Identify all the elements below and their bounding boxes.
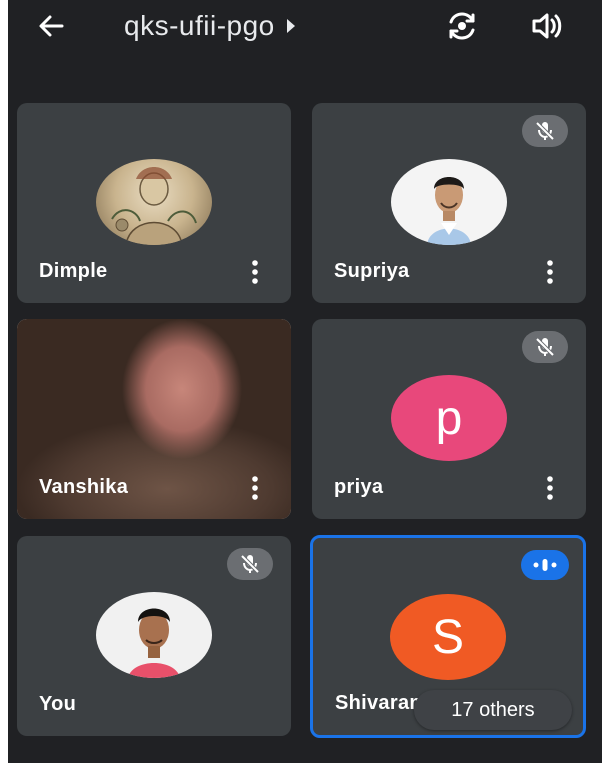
avatar: p	[391, 375, 507, 461]
participant-name: Supriya	[334, 260, 410, 282]
participant-name: priya	[334, 476, 384, 498]
avatar	[391, 159, 507, 245]
participant-tile[interactable]: Vanshika	[17, 319, 291, 519]
speaking-indicator-icon	[521, 550, 569, 580]
switch-camera-icon[interactable]	[442, 6, 482, 46]
meeting-title-button[interactable]: qks-ufii-pgo	[124, 6, 295, 46]
top-bar: qks-ufii-pgo	[8, 0, 602, 56]
avatar: S	[390, 594, 506, 680]
mic-off-icon	[522, 331, 568, 363]
participant-tile[interactable]: Supriya	[312, 103, 586, 303]
mic-off-icon	[522, 115, 568, 147]
participant-tile[interactable]: p priya	[312, 319, 586, 519]
participant-tile[interactable]: Dimple	[17, 103, 291, 303]
mic-off-icon	[227, 548, 273, 580]
participant-tile[interactable]: You	[17, 536, 291, 736]
speaker-icon[interactable]	[526, 6, 566, 46]
meet-screen: qks-ufii-pgo Dimple Supriya Vanshika p p…	[8, 0, 602, 763]
arrow-back-icon[interactable]	[32, 8, 72, 44]
more-options-icon[interactable]	[247, 475, 263, 501]
avatar	[96, 592, 212, 678]
more-options-icon[interactable]	[542, 259, 558, 285]
participant-name: You	[39, 693, 77, 715]
others-participants-button[interactable]: 17 others	[414, 690, 572, 730]
more-options-icon[interactable]	[247, 259, 263, 285]
caret-right-icon	[286, 19, 295, 33]
avatar	[96, 159, 212, 245]
participant-name: Dimple	[39, 260, 108, 282]
more-options-icon[interactable]	[542, 475, 558, 501]
participant-name: Vanshika	[39, 476, 129, 498]
meeting-code: qks-ufii-pgo	[124, 10, 275, 41]
